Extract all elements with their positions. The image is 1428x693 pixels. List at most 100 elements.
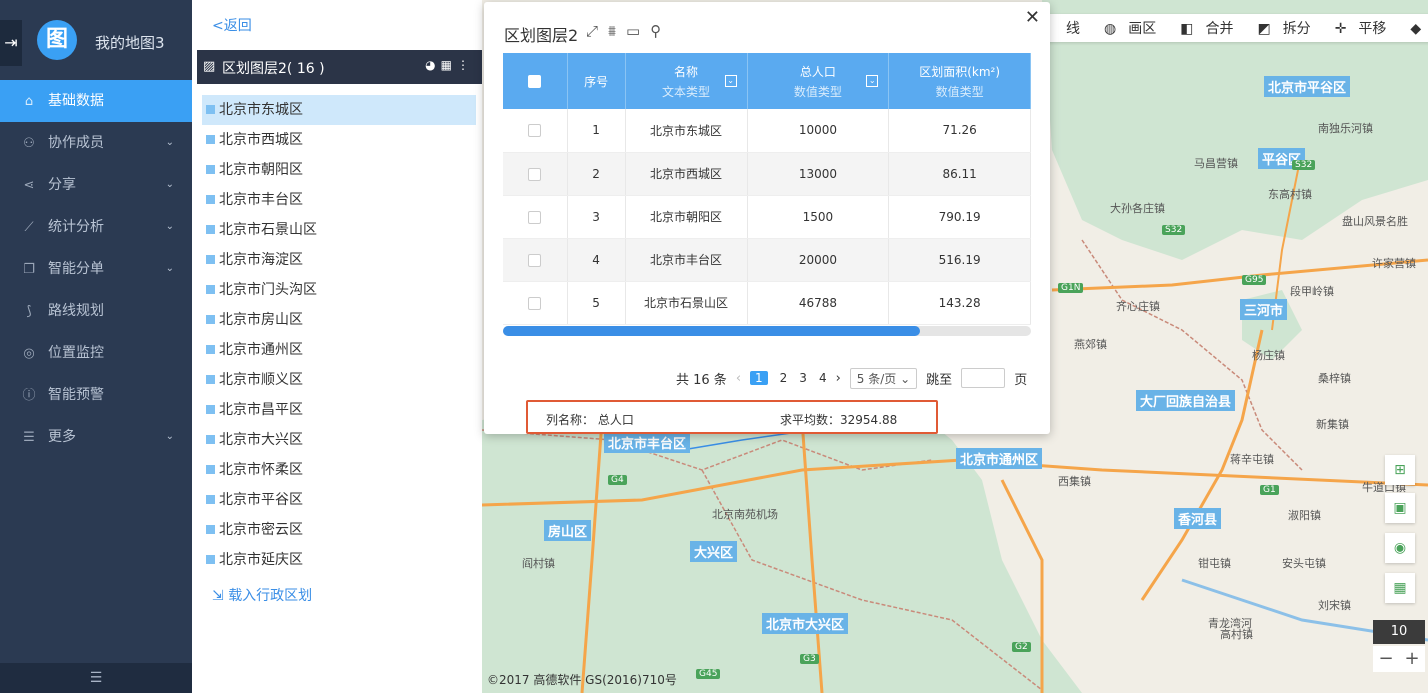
row-checkbox[interactable] <box>528 124 542 138</box>
nav-item-label: 路线规划 <box>48 303 104 319</box>
row-checkbox[interactable] <box>528 167 542 181</box>
zoom-out-button[interactable]: − <box>1373 646 1399 672</box>
table-row[interactable]: 3 北京市朝阳区 1500 790.19 <box>503 195 1031 239</box>
eye-icon[interactable]: ◉ <box>1385 533 1415 563</box>
region-item[interactable]: 北京市石景山区 <box>202 215 476 245</box>
region-color-icon <box>206 375 215 384</box>
next-page-icon[interactable]: › <box>836 371 841 386</box>
map-tool-icon: ◧ <box>1180 21 1194 37</box>
region-item[interactable]: 北京市通州区 <box>202 335 476 365</box>
region-item[interactable]: 北京市东城区 <box>202 95 476 125</box>
column-header[interactable]: 区划面积(km²) 数值类型 <box>888 53 1031 109</box>
nav-item-1[interactable]: ⚇ 协作成员 ⌄ <box>0 122 192 164</box>
region-item[interactable]: 北京市密云区 <box>202 515 476 545</box>
column-dropdown-icon[interactable]: ⌄ <box>724 75 737 87</box>
table-row[interactable]: 5 北京市石景山区 46788 143.28 <box>503 281 1031 325</box>
nav-item-4[interactable]: ❐ 智能分单 ⌄ <box>0 248 192 290</box>
region-item[interactable]: 北京市海淀区 <box>202 245 476 275</box>
route-icon: ⟆ <box>26 304 32 319</box>
map-tool-icon: ◩ <box>1257 21 1271 37</box>
map-tool-label: 平移 <box>1358 21 1387 37</box>
column-header[interactable]: 名称 文本类型 ⌄ <box>625 53 748 109</box>
nav-item-0[interactable]: ⌂ 基础数据 <box>0 80 192 122</box>
close-icon[interactable]: ✕ <box>1025 7 1040 28</box>
row-checkbox[interactable] <box>528 253 542 267</box>
nav-item-5[interactable]: ⟆ 路线规划 <box>0 290 192 332</box>
save-icon[interactable]: ▣ <box>1385 493 1415 523</box>
district-label: 北京市通州区 <box>956 448 1043 469</box>
row-checkbox[interactable] <box>528 210 542 224</box>
nav-item-8[interactable]: ☰ 更多 ⌄ <box>0 416 192 458</box>
region-item[interactable]: 北京市延庆区 <box>202 545 476 575</box>
region-item[interactable]: 北京市怀柔区 <box>202 455 476 485</box>
load-admin-division-button[interactable]: ⇲ 载入行政区划 <box>212 585 312 605</box>
map-tool-1[interactable]: ◍ 画区 <box>1098 18 1162 38</box>
more-icon[interactable]: ⋮ <box>457 58 474 72</box>
map-tool-label: 拆分 <box>1282 21 1311 37</box>
logout-icon[interactable]: ⇥ <box>0 20 22 66</box>
place-label: 安头屯镇 <box>1282 557 1326 570</box>
fullscreen-icon[interactable]: ⤢ <box>586 22 608 40</box>
prev-page-icon[interactable]: ‹ <box>736 371 741 386</box>
region-item[interactable]: 北京市丰台区 <box>202 185 476 215</box>
region-item[interactable]: 北京市房山区 <box>202 305 476 335</box>
map-layer-icon[interactable]: ⊞ <box>1385 455 1415 485</box>
region-color-icon <box>206 405 215 414</box>
horizontal-scrollbar[interactable] <box>503 326 1031 336</box>
page-number[interactable]: 2 <box>780 371 788 385</box>
nav-item-3[interactable]: ⟋ 统计分析 ⌄ <box>0 206 192 248</box>
region-item[interactable]: 北京市西城区 <box>202 125 476 155</box>
nav-item-2[interactable]: ⋖ 分享 ⌄ <box>0 164 192 206</box>
map-copyright: ©2017 高德软件 GS(2016)710号 <box>487 673 677 687</box>
table-icon[interactable]: ▦ <box>441 58 457 72</box>
region-color-icon <box>206 495 215 504</box>
region-item[interactable]: 北京市门头沟区 <box>202 275 476 305</box>
back-link[interactable]: <返回 <box>212 15 252 35</box>
collapse-sidebar-icon[interactable]: ☰ <box>0 663 192 693</box>
table-row[interactable]: 1 北京市东城区 10000 71.26 <box>503 109 1031 153</box>
table-row[interactable]: 2 北京市西城区 13000 86.11 <box>503 152 1031 196</box>
region-item[interactable]: 北京市大兴区 <box>202 425 476 455</box>
attribute-table: 序号 名称 文本类型 ⌄ 总人口 数值类型 ⌄ 区划面积(km²) 数值类型 1 北京市东城区 10… <box>503 53 1031 325</box>
nav-item-7[interactable]: ⓘ 智能预警 <box>0 374 192 416</box>
chart-icon[interactable]: ▭ <box>626 22 650 40</box>
page-number[interactable]: 1 <box>750 371 768 385</box>
table-cell: 516.19 <box>888 238 1031 282</box>
satellite-icon[interactable]: ▦ <box>1385 573 1415 603</box>
map-tool-3[interactable]: ◩ 拆分 <box>1251 18 1316 38</box>
map-tool-2[interactable]: ◧ 合并 <box>1174 18 1239 38</box>
stat-avg-value: 32954.88 <box>840 413 898 427</box>
region-item[interactable]: 北京市昌平区 <box>202 395 476 425</box>
map-toolbar: 线◍画区◧合并◩拆分✛平移◆测距●框选 <box>1046 14 1428 42</box>
page-number[interactable]: 3 <box>799 371 807 385</box>
region-list: 北京市东城区 北京市西城区北京市朝阳区北京市丰台区 北京市石景山区 北京市海淀区 北京市… <box>202 95 476 575</box>
filter-icon[interactable]: ⩩ <box>608 22 626 40</box>
table-row[interactable]: 4 北京市丰台区 20000 516.19 <box>503 238 1031 282</box>
layer-header[interactable]: ▨ 区划图层2( 16 ) ◕▦⋮ <box>197 50 482 84</box>
search-icon[interactable]: ⚲ <box>650 22 671 40</box>
copy-icon: ❐ <box>23 262 35 277</box>
map-tool-label: 画区 <box>1128 21 1157 37</box>
map-tool-4[interactable]: ✛ 平移 <box>1329 18 1393 38</box>
select-all-checkbox[interactable] <box>528 75 542 88</box>
row-checkbox[interactable] <box>528 296 542 310</box>
scrollbar-thumb[interactable] <box>503 326 921 336</box>
region-item[interactable]: 北京市朝阳区 <box>202 155 476 185</box>
style-icon[interactable]: ◕ <box>425 58 440 72</box>
nav-item-6[interactable]: ◎ 位置监控 <box>0 332 192 374</box>
page-number[interactable]: 4 <box>819 371 827 385</box>
column-header[interactable]: 总人口 数值类型 ⌄ <box>747 53 890 109</box>
zoom-level: 10 <box>1373 620 1425 644</box>
region-label: 北京市朝阳区 <box>219 162 303 178</box>
column-dropdown-icon[interactable]: ⌄ <box>866 75 879 87</box>
column-header[interactable]: 序号 <box>567 53 626 109</box>
region-item[interactable]: 北京市顺义区 <box>202 365 476 395</box>
region-item[interactable]: 北京市平谷区 <box>202 485 476 515</box>
map-tool-0[interactable]: 线 <box>1060 18 1086 38</box>
map-tool-5[interactable]: ◆测距 <box>1404 18 1428 38</box>
jump-page-input[interactable] <box>961 368 1006 388</box>
zoom-in-button[interactable]: + <box>1399 646 1425 672</box>
table-cell: 13000 <box>747 152 890 196</box>
page-size-select[interactable]: 5 条/页 ⌄ <box>849 367 918 389</box>
chevron-down-icon: ⌄ <box>900 371 911 386</box>
